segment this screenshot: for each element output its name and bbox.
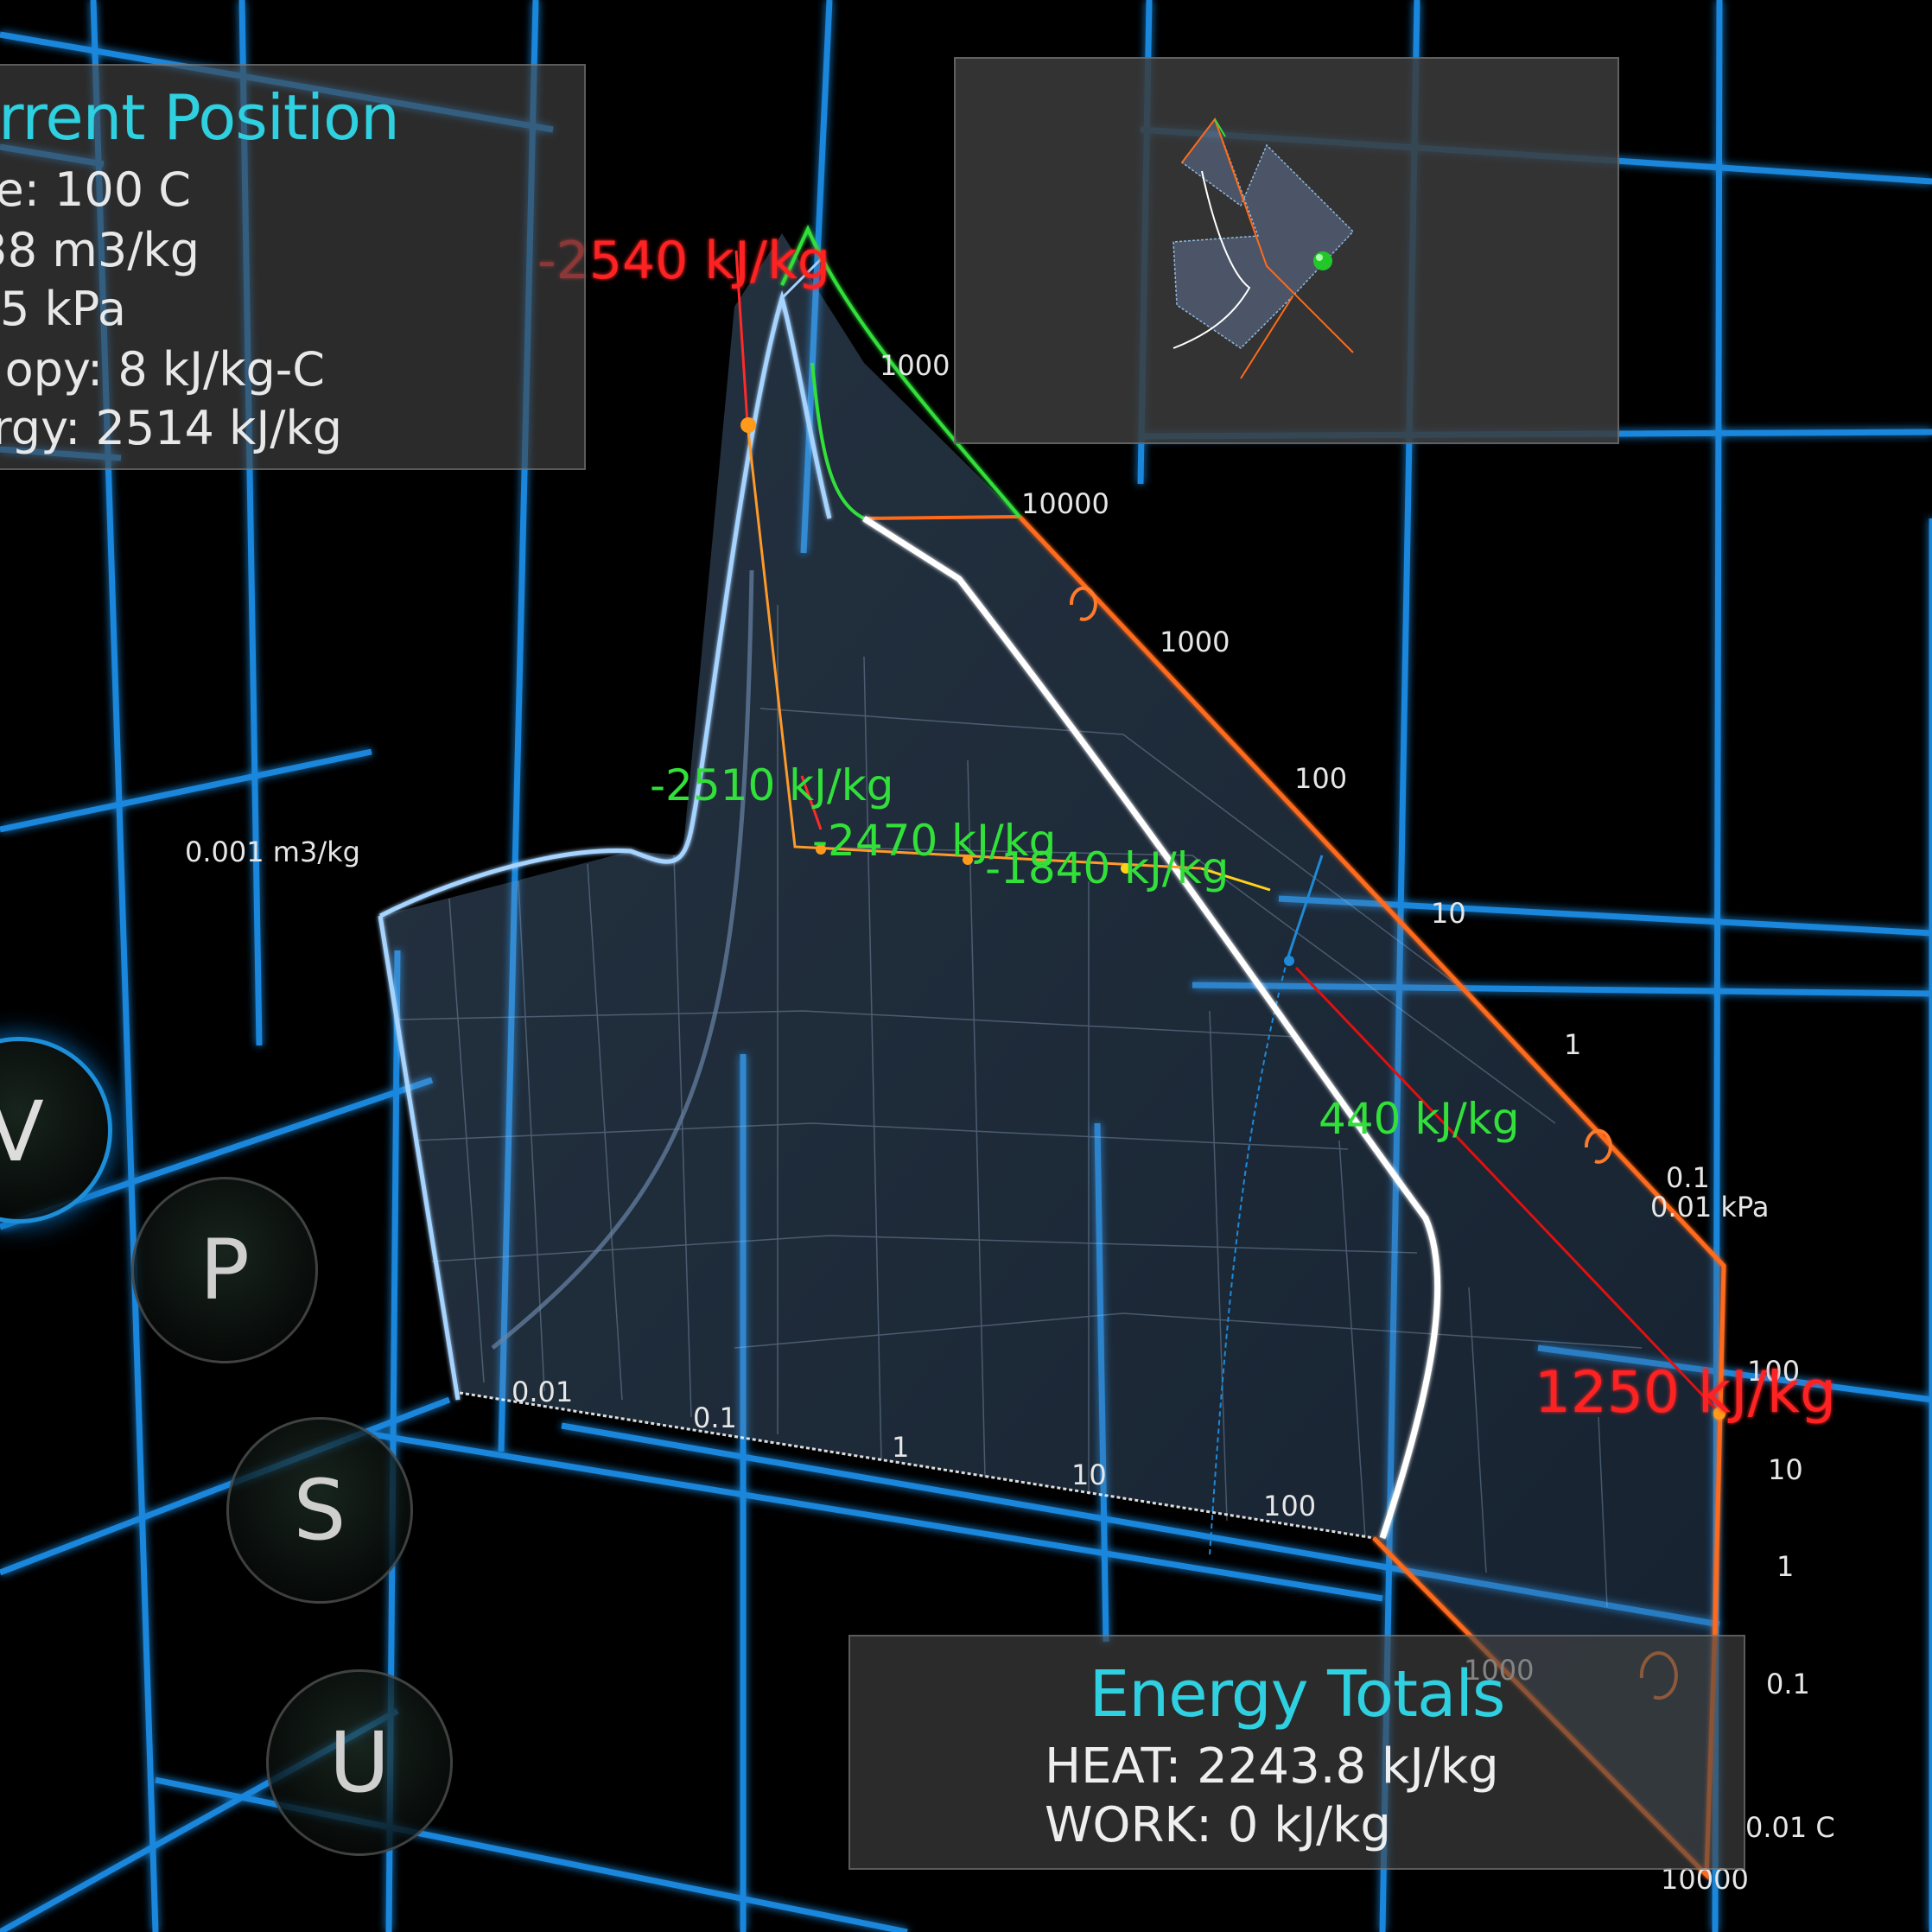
pressure-tick: 1000 [880,349,950,382]
mode-button-label: P [200,1222,250,1319]
mode-button-s[interactable]: S [226,1417,413,1604]
minimap-surface [1173,117,1355,379]
pressure-unit-label: 0.01 kPa [1650,1191,1769,1223]
mode-button-u[interactable]: U [266,1669,453,1856]
work-total: WORK: 0 kJ/kg [1045,1797,1391,1853]
mode-button-label: U [328,1714,391,1811]
pressure-tick: 10 [1431,897,1466,930]
pressure-tick: 0.1 [1666,1161,1710,1194]
current-position-panel: rrent Position e: 100 C 38 m3/kg 5 kPa o… [0,64,586,470]
pressure-tick: 1 [1564,1028,1581,1061]
temperature-tick: 1 [1776,1550,1794,1583]
pressure-tick: 1000 [1160,626,1230,658]
position-entropy: opy: 8 kJ/kg-C [4,342,325,397]
pressure-tick: 10000 [1021,487,1109,520]
energy-totals-panel: Energy Totals HEAT: 2243.8 kJ/kg WORK: 0… [848,1635,1745,1870]
volume-tick: 0.01 [512,1376,573,1408]
heat-total: HEAT: 2243.8 kJ/kg [1045,1738,1499,1795]
volume-tick: 10 [1071,1459,1107,1491]
pressure-tick: 100 [1294,762,1347,795]
energy-label-green: 440 kJ/kg [1319,1094,1520,1144]
position-temperature: e: 100 C [0,162,191,217]
position-energy: rgy: 2514 kJ/kg [0,401,342,455]
temperature-unit-label: 0.01 C [1745,1811,1835,1844]
mode-button-label: V [0,1084,44,1180]
temperature-tick: 0.1 [1766,1668,1810,1700]
volume-tick: 100 [1263,1490,1316,1522]
position-volume: 38 m3/kg [0,223,200,277]
volume-tick: 0.1 [693,1401,737,1434]
mode-button-p[interactable]: P [131,1177,318,1363]
energy-label-green: -1840 kJ/kg [985,843,1229,893]
energy-totals-title: Energy Totals [1089,1657,1506,1732]
energy-label-red: 1250 kJ/kg [1535,1359,1836,1426]
energy-label-green: -2510 kJ/kg [650,760,893,810]
volume-tick: 1 [892,1431,909,1464]
volume-unit-label: 0.001 m3/kg [185,836,360,868]
current-position-title: rrent Position [0,81,400,154]
mode-button-label: S [293,1462,346,1559]
position-pressure: 5 kPa [0,282,126,336]
minimap-panel[interactable] [954,57,1619,444]
temperature-tick: 10 [1768,1453,1803,1486]
pvt-surface[interactable] [378,225,1726,1880]
